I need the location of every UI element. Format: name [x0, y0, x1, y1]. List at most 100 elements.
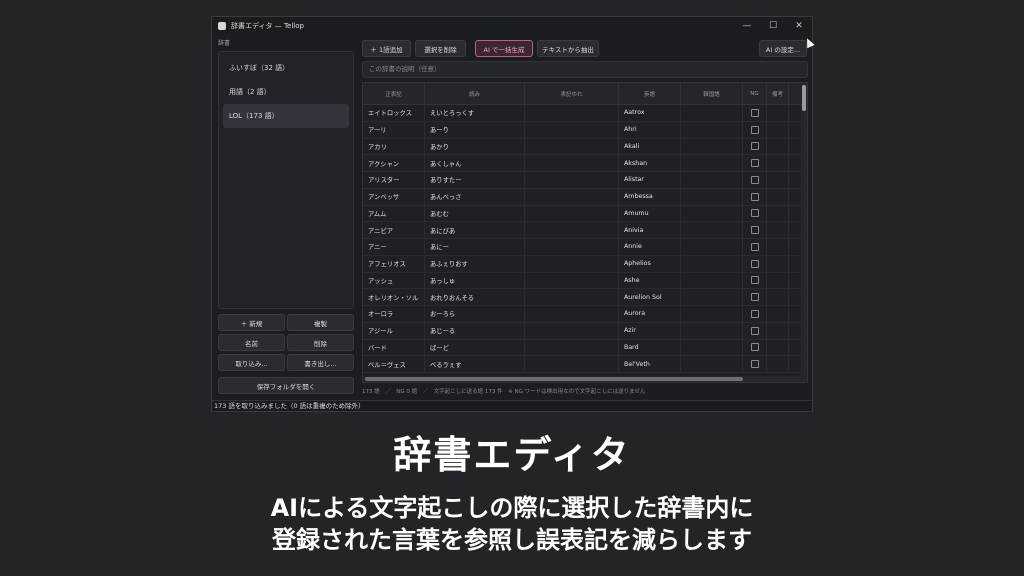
table-cell[interactable]: アーリ: [363, 121, 425, 138]
ng-checkbox[interactable]: [750, 309, 759, 318]
column-header[interactable]: 正表記: [363, 83, 425, 104]
table-row[interactable]: オーロラ おーろら Aurora: [363, 306, 807, 323]
table-cell[interactable]: [525, 255, 619, 272]
table-cell[interactable]: [525, 289, 619, 305]
dictionary-description-input[interactable]: この辞書の説明（任意）: [362, 61, 808, 78]
table-cell[interactable]: アクシャン: [363, 155, 425, 171]
table-cell[interactable]: アンベッサ: [363, 188, 425, 205]
table-cell[interactable]: [681, 138, 743, 155]
table-cell[interactable]: Ashe: [619, 272, 681, 289]
table-cell[interactable]: [681, 172, 743, 188]
ng-checkbox[interactable]: [750, 226, 759, 235]
ng-checkbox[interactable]: [750, 108, 759, 117]
note-cell[interactable]: [767, 222, 789, 238]
table-cell[interactable]: エイトロックス: [363, 105, 425, 121]
table-cell[interactable]: [681, 155, 743, 171]
ng-checkbox[interactable]: [750, 192, 759, 201]
ng-checkbox[interactable]: [750, 326, 759, 335]
table-cell[interactable]: Aphelios: [619, 255, 681, 272]
table-cell[interactable]: アニビア: [363, 222, 425, 238]
column-header[interactable]: 表記ゆれ: [525, 83, 619, 104]
table-cell[interactable]: [681, 105, 743, 121]
table-cell[interactable]: おーろら: [425, 306, 525, 322]
table-cell[interactable]: [525, 105, 619, 121]
table-cell[interactable]: [525, 239, 619, 255]
table-row[interactable]: アカリ あかり Akali: [363, 138, 807, 156]
table-cell[interactable]: オーロラ: [363, 306, 425, 322]
column-header[interactable]: 韓国語: [681, 83, 743, 104]
table-cell[interactable]: Aatrox: [619, 105, 681, 121]
table-row[interactable]: アフェリオス あふぇりおす Aphelios: [363, 255, 807, 273]
table-row[interactable]: オレリオン・ソル おれりおんそる Aurelion Sol: [363, 289, 807, 306]
table-cell[interactable]: Azir: [619, 322, 681, 339]
extract-from-text-button[interactable]: テキストから抽出: [537, 40, 599, 57]
table-row[interactable]: アジール あじーる Azir: [363, 322, 807, 340]
table-cell[interactable]: [525, 272, 619, 289]
column-header[interactable]: 読み: [425, 83, 525, 104]
column-header[interactable]: 備考: [767, 83, 789, 104]
delete-dictionary-button[interactable]: 削除: [287, 334, 354, 351]
table-cell[interactable]: [525, 172, 619, 188]
table-cell[interactable]: おれりおんそる: [425, 289, 525, 305]
ng-checkbox[interactable]: [750, 159, 759, 168]
duplicate-button[interactable]: 複製: [287, 314, 354, 331]
table-cell[interactable]: [525, 306, 619, 322]
table-row[interactable]: ベル＝ヴェス べるゔぇす Bel'Veth: [363, 356, 807, 373]
scroll-thumb[interactable]: [802, 85, 806, 111]
table-row[interactable]: バード ばーど Bard: [363, 339, 807, 357]
export-button[interactable]: 書き出し...: [287, 354, 354, 371]
ng-checkbox[interactable]: [750, 259, 759, 268]
table-cell[interactable]: Bel'Veth: [619, 356, 681, 372]
ai-settings-button[interactable]: AI の設定...: [759, 40, 807, 57]
table-cell[interactable]: Amumu: [619, 205, 681, 222]
table-row[interactable]: アニー あにー Annie: [363, 239, 807, 256]
table-cell[interactable]: Annie: [619, 239, 681, 255]
ng-checkbox[interactable]: [750, 209, 759, 218]
add-word-button[interactable]: ＋ 1語追加: [362, 40, 411, 57]
table-cell[interactable]: [525, 188, 619, 205]
ng-checkbox[interactable]: [750, 293, 759, 302]
note-cell[interactable]: [767, 138, 789, 155]
table-cell[interactable]: あっしゅ: [425, 272, 525, 289]
note-cell[interactable]: [767, 339, 789, 356]
table-cell[interactable]: Akali: [619, 138, 681, 155]
table-cell[interactable]: ありすたー: [425, 172, 525, 188]
table-cell[interactable]: [525, 155, 619, 171]
close-icon[interactable]: ✕: [786, 17, 812, 35]
rename-button[interactable]: 名前: [218, 334, 285, 351]
dictionary-item[interactable]: ふいすぼ（32 語）: [223, 56, 349, 80]
table-cell[interactable]: [525, 121, 619, 138]
table-cell[interactable]: [525, 322, 619, 339]
table-cell[interactable]: アカリ: [363, 138, 425, 155]
table-row[interactable]: アリスター ありすたー Alistar: [363, 172, 807, 189]
table-cell[interactable]: [681, 322, 743, 339]
table-cell[interactable]: [681, 356, 743, 372]
ng-checkbox[interactable]: [750, 343, 759, 352]
table-cell[interactable]: [681, 188, 743, 205]
table-cell[interactable]: [681, 272, 743, 289]
table-cell[interactable]: ばーど: [425, 339, 525, 356]
dictionary-list[interactable]: ふいすぼ（32 語） 用語（2 語） LOL（173 語）: [218, 51, 354, 309]
horizontal-scrollbar[interactable]: [363, 376, 803, 382]
table-cell[interactable]: [681, 339, 743, 356]
table-cell[interactable]: [681, 306, 743, 322]
ng-checkbox[interactable]: [750, 125, 759, 134]
table-cell[interactable]: [681, 255, 743, 272]
table-cell[interactable]: Ambessa: [619, 188, 681, 205]
note-cell[interactable]: [767, 188, 789, 205]
table-cell[interactable]: アフェリオス: [363, 255, 425, 272]
title-bar[interactable]: 辞書エディタ — Tellop — ☐ ✕: [212, 17, 812, 35]
scroll-thumb[interactable]: [365, 377, 743, 381]
table-cell[interactable]: あにびあ: [425, 222, 525, 238]
open-save-folder-button[interactable]: 保存フォルダを開く: [218, 377, 354, 394]
table-cell[interactable]: [681, 289, 743, 305]
table-row[interactable]: アンベッサ あんべっさ Ambessa: [363, 188, 807, 206]
table-cell[interactable]: Akshan: [619, 155, 681, 171]
table-cell[interactable]: バード: [363, 339, 425, 356]
table-cell[interactable]: [681, 239, 743, 255]
table-cell[interactable]: あくしゃん: [425, 155, 525, 171]
note-cell[interactable]: [767, 322, 789, 339]
import-button[interactable]: 取り込み...: [218, 354, 285, 371]
table-cell[interactable]: アムム: [363, 205, 425, 222]
table-cell[interactable]: [681, 121, 743, 138]
